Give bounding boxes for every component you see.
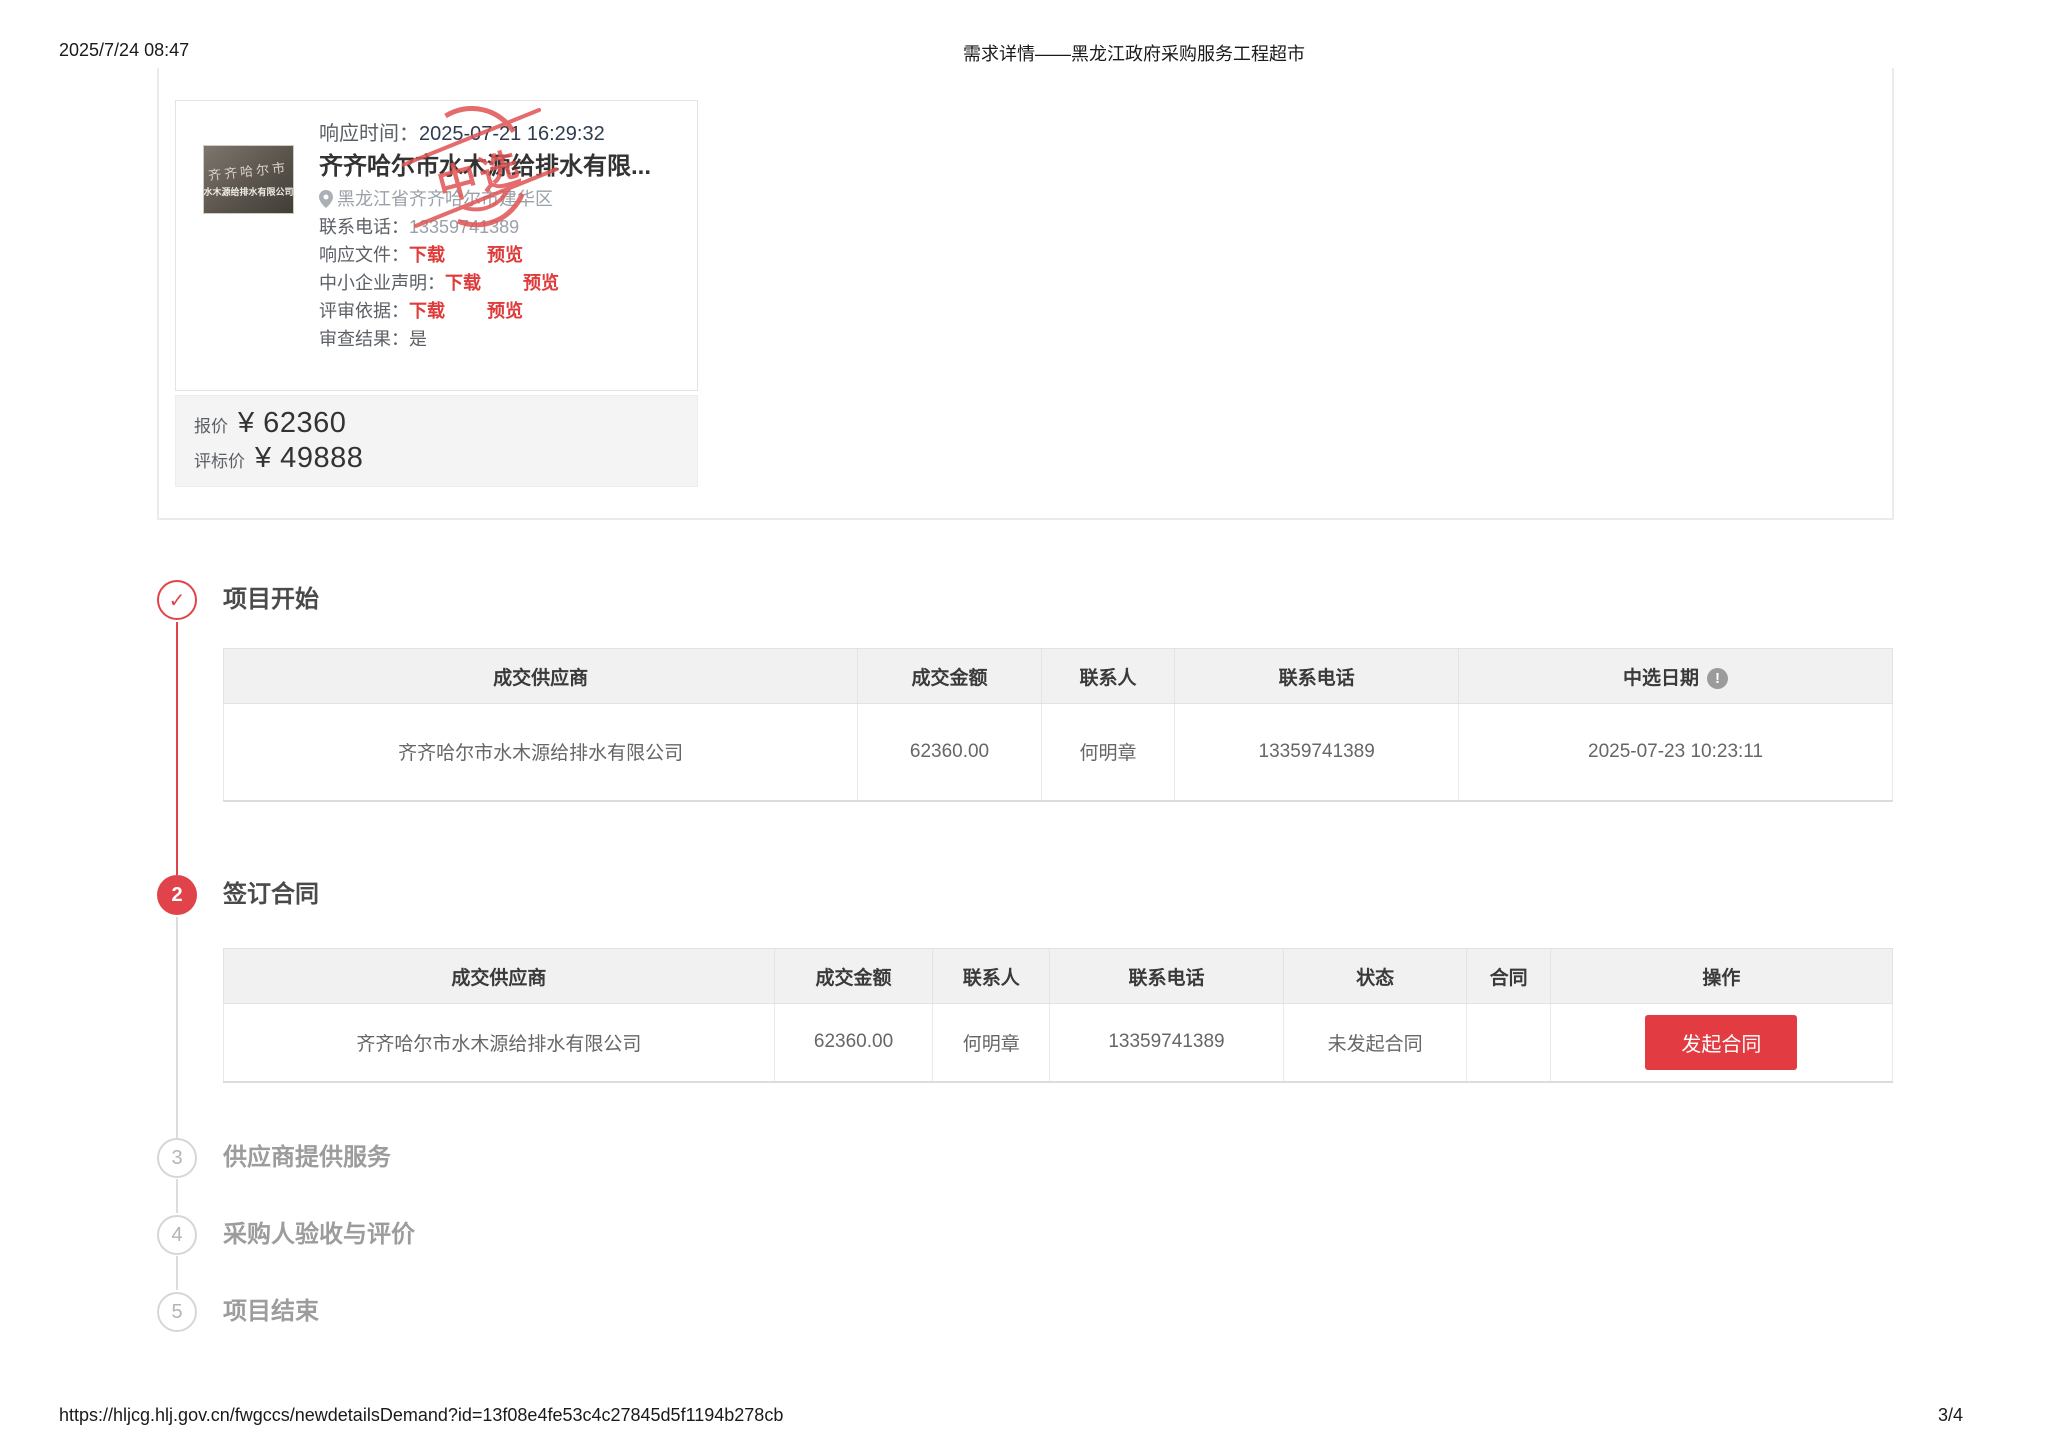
timeline-connector bbox=[176, 1256, 178, 1290]
quote-price-label: 报价 bbox=[194, 412, 228, 437]
cell-status: 未发起合同 bbox=[1283, 1004, 1467, 1082]
step-circle-1: ✓ bbox=[157, 580, 197, 620]
print-page-title: 需求详情——黑龙江政府采购服务工程超市 bbox=[220, 40, 2048, 66]
company-logo-text: 齐齐哈尔市 bbox=[208, 157, 290, 184]
cell-contact: 何明章 bbox=[1041, 704, 1175, 801]
step-title-supplier-service: 供应商提供服务 bbox=[223, 1143, 391, 1173]
table-row: 齐齐哈尔市水木源给排水有限公司 62360.00 何明章 13359741389… bbox=[224, 1004, 1893, 1082]
cell-amount: 62360.00 bbox=[774, 1004, 933, 1082]
selected-date-label: 中选日期 bbox=[1623, 668, 1699, 689]
sme-declaration-download-link[interactable]: 下载 bbox=[445, 273, 481, 293]
page-number: 3/4 bbox=[1938, 1405, 1963, 1426]
step-number: 5 bbox=[171, 1301, 182, 1324]
step-circle-5: 5 bbox=[157, 1292, 197, 1332]
info-icon[interactable]: ! bbox=[1707, 668, 1728, 689]
supplier-card: 齐齐哈尔市 水木源给排水有限公司 响应时间：2025-07-21 16:29:3… bbox=[175, 100, 698, 487]
col-header-contact: 联系人 bbox=[933, 949, 1050, 1004]
col-header-status: 状态 bbox=[1283, 949, 1467, 1004]
company-logo: 齐齐哈尔市 水木源给排水有限公司 bbox=[203, 145, 294, 214]
phone-label: 联系电话： bbox=[319, 217, 409, 237]
company-location: 黑龙江省齐齐哈尔市建华区 bbox=[319, 185, 687, 213]
evaluation-price: 评标价 ¥ 49888 bbox=[194, 442, 697, 475]
review-basis-preview-link[interactable]: 预览 bbox=[487, 301, 523, 321]
initiate-contract-button[interactable]: 发起合同 bbox=[1645, 1015, 1797, 1070]
print-datetime: 2025/7/24 08:47 bbox=[59, 40, 189, 61]
sme-declaration-row: 中小企业声明：下载 预览 bbox=[319, 269, 687, 297]
col-header-supplier: 成交供应商 bbox=[224, 649, 858, 704]
step-circle-3: 3 bbox=[157, 1138, 197, 1178]
sme-declaration-label: 中小企业声明： bbox=[319, 273, 445, 293]
step-number: 2 bbox=[171, 884, 182, 907]
cell-selected-date: 2025-07-23 10:23:11 bbox=[1459, 704, 1893, 801]
cell-phone: 13359741389 bbox=[1050, 1004, 1284, 1082]
col-header-action: 操作 bbox=[1550, 949, 1892, 1004]
print-url: https://hljcg.hlj.gov.cn/fwgccs/newdetai… bbox=[59, 1405, 783, 1426]
step-circle-4: 4 bbox=[157, 1215, 197, 1255]
review-result-label: 审查结果： bbox=[319, 329, 409, 349]
phone-value: 13359741389 bbox=[409, 217, 519, 237]
timeline-connector bbox=[176, 1179, 178, 1213]
supplier-card-body: 齐齐哈尔市 水木源给排水有限公司 响应时间：2025-07-21 16:29:3… bbox=[175, 100, 698, 391]
response-time: 响应时间：2025-07-21 16:29:32 bbox=[319, 119, 687, 149]
step-title-sign-contract: 签订合同 bbox=[223, 880, 319, 910]
table-row: 齐齐哈尔市水木源给排水有限公司 62360.00 何明章 13359741389… bbox=[224, 704, 1893, 801]
quote-price-value: ¥ 62360 bbox=[238, 407, 346, 440]
sme-declaration-preview-link[interactable]: 预览 bbox=[523, 273, 559, 293]
evaluation-price-label: 评标价 bbox=[194, 447, 245, 472]
col-header-phone: 联系电话 bbox=[1050, 949, 1284, 1004]
company-name: 齐齐哈尔市水木源给排水有限... bbox=[319, 151, 687, 183]
response-file-label: 响应文件： bbox=[319, 245, 409, 265]
cell-action: 发起合同 bbox=[1550, 1004, 1892, 1082]
location-text: 黑龙江省齐齐哈尔市建华区 bbox=[337, 185, 553, 213]
col-header-amount: 成交金额 bbox=[774, 949, 933, 1004]
col-header-contract: 合同 bbox=[1467, 949, 1550, 1004]
response-file-row: 响应文件：下载 预览 bbox=[319, 241, 687, 269]
timeline-connector bbox=[176, 917, 178, 1138]
step-title-acceptance-evaluation: 采购人验收与评价 bbox=[223, 1220, 415, 1250]
col-header-selected-date: 中选日期! bbox=[1459, 649, 1893, 704]
cell-contact: 何明章 bbox=[933, 1004, 1050, 1082]
response-time-label: 响应时间： bbox=[319, 123, 419, 145]
contact-phone: 联系电话：13359741389 bbox=[319, 213, 687, 241]
timeline-connector bbox=[176, 622, 178, 875]
check-icon: ✓ bbox=[169, 588, 186, 613]
review-basis-row: 评审依据：下载 预览 bbox=[319, 297, 687, 325]
step-number: 3 bbox=[171, 1147, 182, 1170]
step-number: 4 bbox=[171, 1224, 182, 1247]
step-title-project-start: 项目开始 bbox=[223, 585, 319, 615]
step-title-project-end: 项目结束 bbox=[223, 1297, 319, 1327]
col-header-amount: 成交金额 bbox=[858, 649, 1042, 704]
cell-contract bbox=[1467, 1004, 1550, 1082]
evaluation-price-value: ¥ 49888 bbox=[255, 442, 363, 475]
cell-phone: 13359741389 bbox=[1175, 704, 1459, 801]
col-header-supplier: 成交供应商 bbox=[224, 949, 775, 1004]
review-result-value: 是 bbox=[409, 329, 427, 349]
step-circle-2: 2 bbox=[157, 875, 197, 915]
project-start-table: 成交供应商 成交金额 联系人 联系电话 中选日期! 齐齐哈尔市水木源给排水有限公… bbox=[223, 648, 1893, 802]
company-logo-subtext: 水木源给排水有限公司 bbox=[204, 185, 294, 198]
response-file-download-link[interactable]: 下载 bbox=[409, 245, 445, 265]
cell-supplier: 齐齐哈尔市水木源给排水有限公司 bbox=[224, 1004, 775, 1082]
review-result-row: 审查结果：是 bbox=[319, 325, 687, 353]
cell-amount: 62360.00 bbox=[858, 704, 1042, 801]
contract-table: 成交供应商 成交金额 联系人 联系电话 状态 合同 操作 齐齐哈尔市水木源给排水… bbox=[223, 948, 1893, 1083]
review-basis-label: 评审依据： bbox=[319, 301, 409, 321]
response-file-preview-link[interactable]: 预览 bbox=[487, 245, 523, 265]
location-pin-icon bbox=[319, 190, 333, 208]
review-basis-download-link[interactable]: 下载 bbox=[409, 301, 445, 321]
response-time-value: 2025-07-21 16:29:32 bbox=[419, 123, 605, 145]
quote-price: 报价 ¥ 62360 bbox=[194, 407, 697, 440]
col-header-contact: 联系人 bbox=[1041, 649, 1175, 704]
price-footer: 报价 ¥ 62360 评标价 ¥ 49888 bbox=[175, 395, 698, 487]
cell-supplier: 齐齐哈尔市水木源给排水有限公司 bbox=[224, 704, 858, 801]
col-header-phone: 联系电话 bbox=[1175, 649, 1459, 704]
